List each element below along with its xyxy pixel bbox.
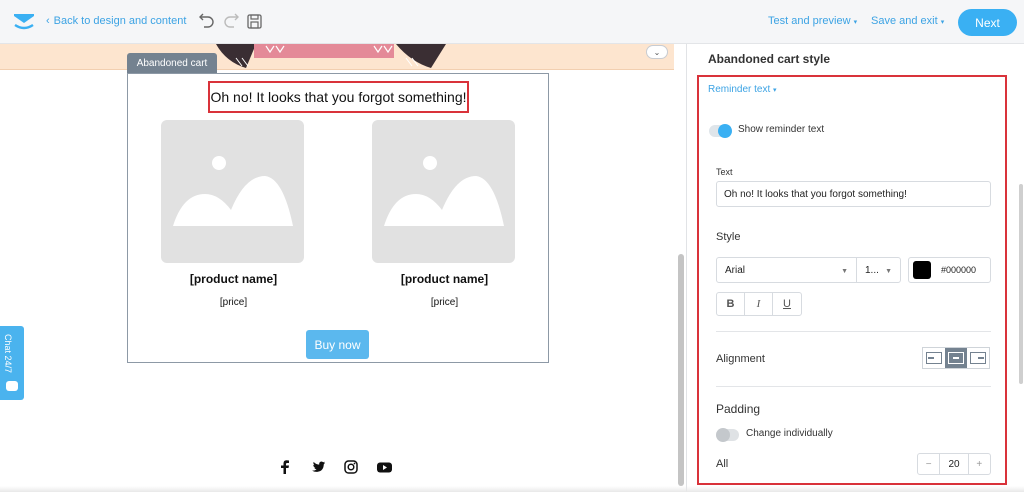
test-preview-label: Test and preview: [768, 15, 851, 27]
top-bar: ‹ Back to design and content Test and pre…: [0, 0, 1024, 44]
show-reminder-toggle[interactable]: [709, 124, 732, 138]
align-center-icon[interactable]: [945, 348, 967, 368]
redo-icon[interactable]: [222, 13, 240, 31]
padding-label: Padding: [716, 402, 761, 416]
change-individually-label: Change individually: [746, 428, 833, 439]
chat-bubble-icon: [6, 381, 18, 391]
change-individually-toggle[interactable]: [716, 428, 739, 442]
text-label: Text: [716, 167, 733, 177]
test-and-preview-menu[interactable]: Test and preview ▾: [768, 15, 857, 27]
next-button[interactable]: Next: [958, 9, 1017, 36]
color-swatch: [913, 261, 931, 279]
chevron-down-icon: ▾: [773, 87, 777, 94]
banner-illustration: [216, 44, 446, 68]
product-price: [price]: [219, 297, 248, 308]
image-placeholder-icon: [173, 156, 293, 226]
style-panel: Abandoned cart style Reminder text ▾ Sho…: [686, 44, 1024, 492]
font-size-select[interactable]: 1... ▼: [856, 257, 901, 283]
product-card[interactable]: [product name] [price]: [372, 120, 517, 308]
collapse-chevron-button[interactable]: ⌄: [646, 45, 668, 59]
chevron-down-icon: ▾: [853, 19, 858, 26]
image-placeholder-icon: [384, 156, 504, 226]
decrement-button[interactable]: −: [918, 454, 939, 474]
reminder-text-input[interactable]: Oh no! It looks that you forgot somethin…: [716, 181, 991, 207]
text-color-picker[interactable]: #000000: [908, 257, 991, 283]
padding-stepper: − 20 +: [917, 453, 991, 475]
chevron-down-icon: ▼: [885, 268, 892, 275]
chevron-down-icon: ▼: [841, 268, 848, 275]
divider: [716, 386, 991, 387]
chevron-down-icon: ⌄: [653, 47, 661, 57]
italic-button[interactable]: I: [745, 293, 773, 315]
align-right-icon[interactable]: [967, 348, 989, 368]
underline-button[interactable]: U: [773, 293, 801, 315]
text-format-group: B I U: [716, 292, 802, 316]
product-image-placeholder: [161, 120, 304, 263]
chevron-left-icon: ‹: [46, 15, 50, 27]
chat-label: Chat 24/7: [3, 334, 13, 374]
abandoned-cart-block[interactable]: Oh no! It looks that you forgot somethin…: [127, 73, 549, 363]
header-banner[interactable]: ⌄: [0, 44, 674, 70]
color-hex-value: #000000: [941, 265, 977, 275]
back-to-design-link[interactable]: ‹ Back to design and content: [46, 15, 186, 27]
twitter-icon[interactable]: [310, 459, 326, 475]
style-label: Style: [716, 231, 741, 243]
dropdown-label: Reminder text: [708, 84, 771, 95]
canvas-scrollbar[interactable]: [678, 254, 684, 486]
panel-scrollbar[interactable]: [1019, 184, 1023, 384]
show-reminder-label: Show reminder text: [738, 124, 825, 135]
panel-title: Abandoned cart style: [708, 52, 831, 66]
save-icon[interactable]: [246, 13, 264, 31]
font-family-select[interactable]: Arial ▼: [716, 257, 857, 283]
reminder-text-dropdown[interactable]: Reminder text ▾: [708, 84, 777, 95]
alignment-group: [922, 347, 990, 369]
save-and-exit-menu[interactable]: Save and exit ▾: [871, 15, 944, 27]
editor-canvas: ⌄ Abandoned cart Oh no! It looks that yo…: [0, 44, 686, 492]
bottom-shadow: [0, 486, 1024, 492]
buy-now-button[interactable]: Buy now: [306, 330, 369, 359]
instagram-icon[interactable]: [343, 459, 359, 475]
product-card[interactable]: [product name] [price]: [161, 120, 306, 308]
increment-button[interactable]: +: [969, 454, 990, 474]
all-padding-label: All: [716, 458, 729, 470]
reminder-text[interactable]: Oh no! It looks that you forgot somethin…: [208, 81, 469, 113]
youtube-icon[interactable]: [376, 459, 392, 475]
social-icons: [277, 459, 392, 475]
save-exit-label: Save and exit: [871, 15, 938, 27]
bold-button[interactable]: B: [717, 293, 745, 315]
product-name: [product name]: [400, 272, 489, 286]
font-size-value: 1...: [865, 264, 879, 276]
divider: [716, 331, 991, 332]
undo-icon[interactable]: [198, 13, 216, 31]
facebook-icon[interactable]: [277, 459, 293, 475]
chevron-down-icon: ▾: [940, 19, 945, 26]
logo-envelope-icon[interactable]: [13, 12, 35, 30]
chat-tab[interactable]: Chat 24/7: [0, 326, 24, 400]
padding-value[interactable]: 20: [939, 454, 969, 474]
alignment-label: Alignment: [716, 353, 765, 365]
back-link-label: Back to design and content: [53, 15, 187, 27]
font-value: Arial: [725, 264, 746, 276]
product-image-placeholder: [372, 120, 515, 263]
align-left-icon[interactable]: [923, 348, 945, 368]
product-name: [product name]: [189, 272, 278, 286]
block-label-tag: Abandoned cart: [127, 53, 217, 73]
product-price: [price]: [430, 297, 459, 308]
